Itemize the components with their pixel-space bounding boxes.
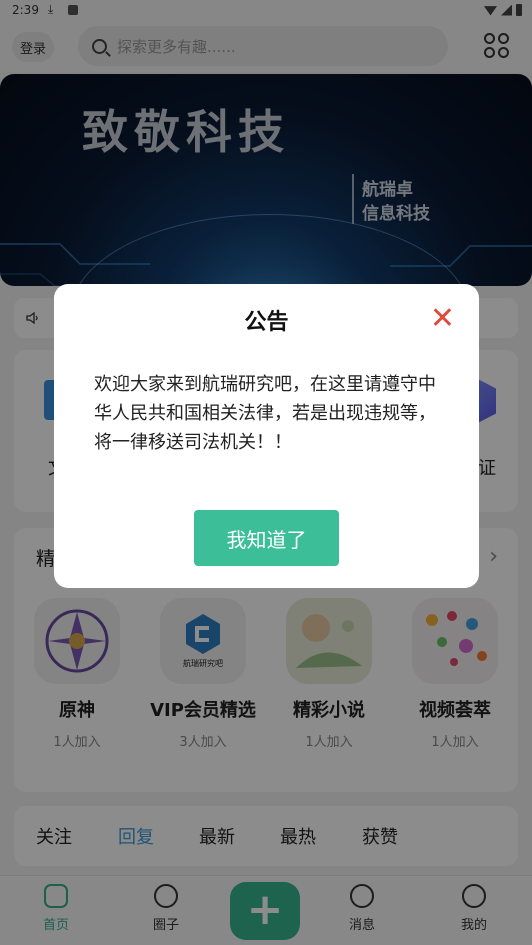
dialog-title: 公告 [244,310,289,335]
acknowledge-button[interactable]: 我知道了 [194,510,339,566]
dialog-message: 欢迎大家来到航瑞研究吧，在这里请遵守中华人民共和国相关法律，若是出现违规等，将一… [94,374,436,453]
close-icon[interactable]: ✕ [430,304,455,334]
announcement-dialog: 公告 ✕ 欢迎大家来到航瑞研究吧，在这里请遵守中华人民共和国相关法律，若是出现违… [54,284,479,588]
